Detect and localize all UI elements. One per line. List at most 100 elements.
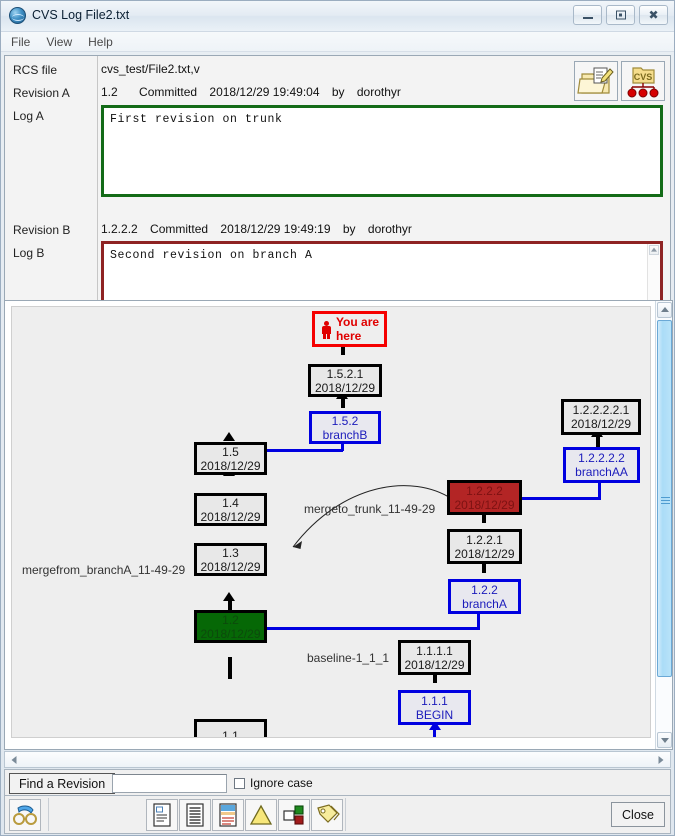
node-1-5-2-1[interactable]: 1.5.2.1 2018/12/29 — [308, 364, 382, 397]
edge-1-2-2-2-to-branchAA-h — [521, 497, 601, 500]
node-label: 1.1.1 — [421, 693, 448, 708]
node-1-2-2-1[interactable]: 1.2.2.1 2018/12/29 — [447, 529, 522, 564]
node-1-2-2-2-selected-b[interactable]: 1.2.2.2 2018/12/29 — [447, 480, 522, 515]
node-1-5[interactable]: 1.5 2018/12/29 — [194, 442, 267, 475]
menu-help[interactable]: Help — [88, 35, 113, 49]
node-label: 1.2.2.2.2 — [578, 451, 625, 465]
menu-bar: File View Help — [1, 32, 674, 52]
node-sublabel: 2018/12/29 — [200, 509, 261, 524]
node-1-2-2-branchA[interactable]: 1.2.2 branchA — [448, 579, 521, 614]
node-label: 1.2.2 — [471, 582, 498, 597]
node-1-5-2-branchB[interactable]: 1.5.2 branchB — [309, 411, 381, 444]
revision-b-number: 1.2.2.2 — [101, 222, 138, 236]
folder-edit-button[interactable] — [574, 61, 618, 101]
node-label: 1.2.2.2 — [466, 483, 503, 498]
revision-a-label: Revision A — [13, 86, 70, 100]
log-a-textarea[interactable]: First revision on trunk — [101, 105, 663, 197]
find-revision-input[interactable] — [112, 774, 227, 793]
menu-view[interactable]: View — [46, 35, 72, 49]
show-diff-button[interactable] — [212, 799, 244, 831]
node-sublabel: BEGIN — [415, 707, 454, 722]
you-are-here-marker[interactable]: You are here — [312, 311, 387, 347]
edge-1-1-to-1-2 — [228, 657, 232, 679]
log-b-label: Log B — [13, 246, 45, 260]
scroll-down-icon[interactable] — [657, 732, 672, 748]
revision-a-date: 2018/12/29 19:49:04 — [209, 85, 320, 99]
node-sublabel: branchAA — [575, 465, 628, 479]
node-1-2-2-2-2-branchAA[interactable]: 1.2.2.2.2 branchAA — [563, 447, 640, 483]
compare-blocks-icon — [283, 805, 304, 825]
show-log-text-button[interactable] — [146, 799, 178, 831]
conflict-warning-button[interactable] — [245, 799, 277, 831]
node-sublabel: branchA — [462, 596, 507, 611]
close-dialog-button[interactable]: Close — [611, 802, 665, 827]
label-mergefrom-brancha: mergefrom_branchA_11-49-29 — [22, 563, 186, 577]
panel-divider — [97, 56, 98, 311]
document-text-icon — [153, 803, 171, 827]
node-sublabel: 2018/12/29 — [200, 559, 261, 574]
node-label: 1.1 — [222, 728, 239, 738]
compare-revisions-button[interactable] — [278, 799, 310, 831]
revision-a-user: dorothyr — [356, 85, 401, 99]
node-1-1-1-begin[interactable]: 1.1.1 BEGIN — [398, 690, 471, 725]
you-are-here-line2: here — [335, 329, 362, 343]
node-label: 1.1.1.1 — [416, 643, 453, 658]
revision-info-panel: RCS file Revision A Log A Revision B Log… — [4, 55, 671, 333]
node-sublabel: branchB — [322, 427, 368, 442]
node-sublabel: 2018/12/29 — [404, 657, 465, 672]
node-label: 1.4 — [222, 495, 239, 510]
node-1-1[interactable]: 1.1 — [194, 719, 267, 738]
scroll-up-icon[interactable] — [657, 302, 672, 318]
node-1-1-1-1[interactable]: 1.1.1.1 2018/12/29 — [398, 640, 471, 675]
toolbar-separator — [48, 798, 49, 831]
view-mode-button[interactable] — [9, 799, 41, 831]
node-label: 1.2.2.2.2.1 — [572, 403, 630, 417]
log-b-text: Second revision on branch A — [110, 249, 313, 262]
ignore-case-checkbox[interactable] — [234, 777, 245, 789]
revision-b-row: 1.2.2.2 Committed 2018/12/29 19:49:19 by… — [101, 222, 412, 236]
cvs-repository-button[interactable]: CVS — [621, 61, 665, 101]
revision-a-row: 1.2 Committed 2018/12/29 19:49:04 by dor… — [101, 85, 401, 99]
scrollbar-thumb[interactable] — [657, 320, 672, 677]
node-1-2-selected-a[interactable]: 1.2 2018/12/29 — [194, 610, 267, 643]
node-1-3[interactable]: 1.3 2018/12/29 — [194, 543, 267, 576]
bottom-toolbar: Close — [4, 796, 671, 834]
folder-edit-icon — [577, 67, 614, 94]
rcs-file-value-row: cvs_test/File2.txt,v — [101, 62, 602, 79]
revision-a-by: by — [331, 85, 345, 99]
label-mergeto-trunk: mergeto_trunk_11-49-29 — [304, 502, 436, 516]
revision-graph-canvas[interactable]: You are here 1.5.2.1 2018/12/29 1.5.2 br… — [11, 306, 651, 738]
svg-text:CVS: CVS — [634, 72, 653, 82]
graph-horizontal-scrollbar[interactable] — [4, 751, 671, 768]
scroll-up-icon[interactable] — [649, 245, 659, 255]
you-are-here-line1: You are — [335, 315, 380, 329]
arrow-to-1-5 — [223, 432, 235, 441]
node-1-2-2-2-2-1[interactable]: 1.2.2.2.2.1 2018/12/29 — [561, 399, 641, 435]
node-sublabel: 2018/12/29 — [200, 626, 261, 641]
cvs-log-window: CVS Log File2.txt ✖ File View Help RCS f… — [0, 0, 675, 836]
node-label: 1.2 — [222, 612, 239, 627]
node-label: 1.5.2.1 — [326, 366, 364, 381]
node-sublabel: 2018/12/29 — [314, 380, 376, 395]
minimize-button[interactable] — [573, 5, 602, 25]
document-lines-icon — [186, 803, 204, 827]
find-a-revision-button[interactable]: Find a Revision — [9, 773, 116, 794]
arrow-to-1-2 — [223, 592, 235, 601]
node-1-4[interactable]: 1.4 2018/12/29 — [194, 493, 267, 526]
show-log-lines-button[interactable] — [179, 799, 211, 831]
revision-a-committed: Committed — [139, 85, 198, 99]
scroll-left-icon[interactable] — [6, 752, 22, 767]
edge-1-2-to-branchA-h — [265, 627, 480, 630]
scroll-right-icon[interactable] — [653, 752, 669, 767]
tags-button[interactable] — [311, 799, 343, 831]
node-sublabel: 2018/12/29 — [454, 546, 515, 561]
label-baseline: baseline-1_1_1 — [307, 651, 390, 665]
node-label: 1.5 — [222, 444, 239, 459]
close-button[interactable]: ✖ — [639, 5, 668, 25]
menu-file[interactable]: File — [11, 35, 30, 49]
graph-vertical-scrollbar[interactable] — [655, 301, 672, 749]
ignore-case-checkbox-wrapper[interactable]: Ignore case — [234, 776, 313, 790]
maximize-button[interactable] — [606, 5, 635, 25]
person-icon — [322, 321, 331, 339]
revision-b-user: dorothyr — [367, 222, 412, 236]
